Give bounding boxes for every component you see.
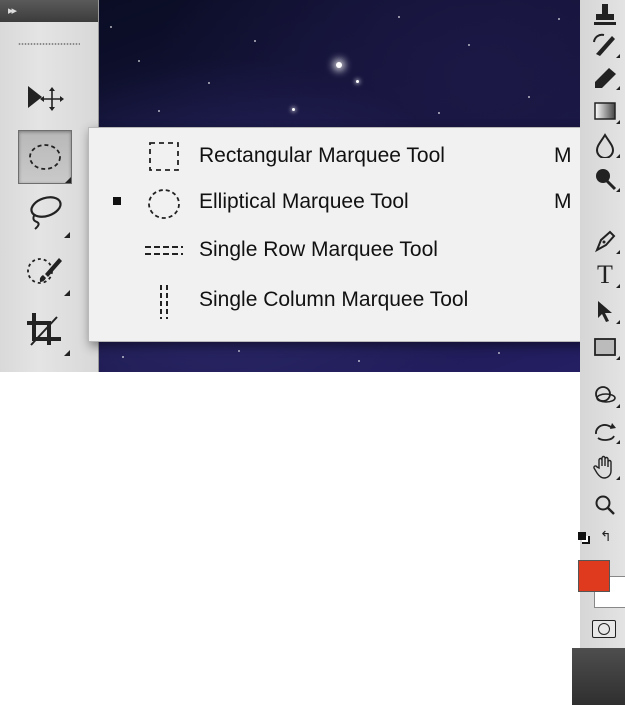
history-brush-icon	[593, 33, 615, 56]
star	[468, 44, 470, 46]
flyout-indicator-icon	[64, 350, 70, 356]
move-icon	[28, 86, 64, 111]
star	[498, 352, 500, 354]
screen-mode-area	[572, 648, 625, 705]
elliptical-marquee-icon	[29, 144, 61, 170]
move-tool-button[interactable]	[18, 72, 70, 124]
path-selection-icon	[598, 301, 612, 322]
star	[292, 108, 295, 111]
flyout-indicator-icon	[64, 232, 70, 238]
zoom-icon	[595, 495, 615, 515]
flyout-indicator-icon	[616, 440, 620, 444]
quick-mask-button[interactable]	[592, 620, 616, 638]
flyout-indicator-icon	[65, 177, 71, 183]
menu-item-single-column-marquee[interactable]: Single Column Marquee Tool	[89, 276, 585, 326]
path-selection-tool-button[interactable]	[588, 296, 622, 326]
menu-item-label: Rectangular Marquee Tool	[199, 144, 445, 167]
star	[208, 82, 210, 84]
quick-selection-tool-button[interactable]	[18, 244, 70, 296]
crop-icon	[27, 313, 61, 346]
gradient-tool-button[interactable]	[588, 96, 622, 126]
menu-item-shortcut: M	[554, 190, 572, 213]
dodge-icon	[596, 169, 617, 191]
menu-item-label: Elliptical Marquee Tool	[199, 190, 409, 213]
menu-item-elliptical-marquee[interactable]: Elliptical Marquee Tool M	[89, 178, 585, 228]
active-tool-indicator-icon	[113, 197, 121, 205]
tools-panel: ▸▸	[0, 0, 99, 372]
hand-tool-button[interactable]	[588, 452, 622, 482]
type-icon: T	[597, 260, 613, 289]
lasso-icon	[30, 196, 62, 230]
blur-tool-button[interactable]	[588, 130, 622, 160]
rectangular-marquee-icon	[149, 142, 179, 171]
star	[122, 356, 124, 358]
star	[336, 62, 342, 68]
quick-selection-icon	[27, 258, 62, 284]
star	[254, 40, 256, 42]
crop-tool-button[interactable]	[18, 304, 70, 356]
foreground-color-swatch[interactable]	[578, 560, 610, 592]
lasso-tool-button[interactable]	[18, 186, 70, 238]
flyout-indicator-icon	[616, 404, 620, 408]
single-row-marquee-icon	[145, 246, 183, 255]
star	[158, 110, 160, 112]
flyout-indicator-icon	[616, 476, 620, 480]
star	[398, 16, 400, 18]
blur-icon	[595, 133, 615, 158]
default-colors-icon[interactable]	[578, 532, 586, 540]
star	[528, 96, 530, 98]
star	[438, 112, 440, 114]
type-tool-button[interactable]: T	[588, 260, 622, 290]
menu-item-rectangular-marquee[interactable]: Rectangular Marquee Tool M	[89, 132, 585, 182]
single-column-marquee-icon	[160, 285, 168, 319]
swap-colors-icon[interactable]: ↰	[600, 528, 612, 545]
star	[358, 360, 360, 362]
star	[110, 26, 112, 28]
flyout-indicator-icon	[616, 188, 620, 192]
elliptical-marquee-tool-button[interactable]	[18, 130, 72, 184]
shape-icon	[594, 338, 616, 356]
hand-icon	[593, 455, 612, 479]
shape-tool-button[interactable]	[588, 332, 622, 362]
pen-tool-button[interactable]	[588, 226, 622, 256]
flyout-indicator-icon	[616, 120, 620, 124]
panel-grip[interactable]	[18, 42, 80, 46]
panel-collapse-button[interactable]: ▸▸	[0, 0, 98, 22]
flyout-indicator-icon	[616, 86, 620, 90]
flyout-indicator-icon	[616, 54, 620, 58]
history-brush-tool-button[interactable]	[588, 30, 622, 60]
3d-rotate-icon	[595, 386, 616, 403]
dodge-tool-button[interactable]	[588, 164, 622, 194]
double-arrow-icon: ▸▸	[8, 5, 17, 17]
flyout-indicator-icon	[616, 284, 620, 288]
3d-orbit-icon	[595, 423, 616, 441]
elliptical-marquee-icon	[148, 189, 180, 219]
clone-stamp-icon	[594, 4, 616, 25]
star	[356, 80, 359, 83]
flyout-indicator-icon	[64, 290, 70, 296]
3d-orbit-tool-button[interactable]	[588, 416, 622, 446]
flyout-indicator-icon	[616, 250, 620, 254]
flyout-indicator-icon	[616, 356, 620, 360]
3d-rotate-tool-button[interactable]	[588, 380, 622, 410]
eraser-icon	[595, 68, 616, 88]
star	[238, 350, 240, 352]
flyout-indicator-icon	[616, 320, 620, 324]
zoom-tool-button[interactable]	[588, 490, 622, 520]
eraser-tool-button[interactable]	[588, 62, 622, 92]
marquee-tools-flyout-menu: Rectangular Marquee Tool M Elliptical Ma…	[88, 127, 586, 342]
star	[138, 60, 140, 62]
menu-item-label: Single Column Marquee Tool	[199, 288, 469, 311]
gradient-icon	[594, 102, 616, 120]
menu-item-shortcut: M	[554, 144, 572, 167]
flyout-indicator-icon	[616, 154, 620, 158]
menu-item-label: Single Row Marquee Tool	[199, 238, 438, 261]
pen-icon	[595, 230, 616, 253]
menu-item-single-row-marquee[interactable]: Single Row Marquee Tool	[89, 226, 585, 276]
clone-stamp-tool-button[interactable]	[588, 0, 622, 30]
star	[558, 18, 560, 20]
